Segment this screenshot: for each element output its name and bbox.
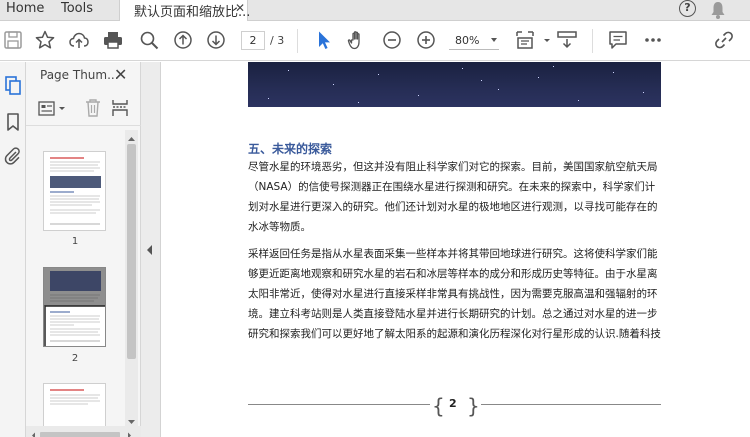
text-line: 水冰等物质。 [248,221,311,233]
toolbar: 2 / 3 80% [0,21,750,61]
bookmark-icon[interactable] [3,112,23,132]
select-cursor-icon[interactable] [313,29,335,51]
text-line: 划对水星进行更深入的研究。他们还计划对水星的极地地区进行观测，以寻找可能存在的 [248,201,658,213]
page-number-footer: 2 [449,397,457,410]
save-icon[interactable] [2,29,24,51]
text-line: 够更近距离地观察和研究水星的岩石和冰层等样本的成分和形成历史等特征。由于水星离 [248,268,658,280]
thumbnail-label: 2 [71,353,79,364]
starfield-image [248,62,661,107]
delete-page-icon[interactable] [84,98,102,122]
thumbnail-label: 1 [71,236,79,247]
footer-rule-right [481,404,661,405]
more-icon[interactable] [642,29,664,51]
scroll-mode-icon[interactable] [556,29,578,51]
upload-icon[interactable] [68,29,90,51]
page-thumbnail-1[interactable] [43,151,106,231]
thumbnails-panel: Page Thum... ✕ 1 2 [26,62,141,437]
thumbnail-list: 1 2 [26,130,124,430]
collapse-panel-icon[interactable] [147,245,152,255]
close-panel-icon[interactable]: ✕ [114,65,127,84]
paragraph-1: 尽管水星的环境恶劣，但这并没有阻止科学家们对它的探索。目前，美国国家航空航天局 … [248,157,663,237]
prev-page-icon[interactable] [172,29,194,51]
navigation-rail [0,62,26,437]
tab-bar: Home Tools 默认页面和缩放比... ✕ ? [0,0,750,23]
thumbnail-scrollbar[interactable] [125,130,138,428]
bookmark-star-icon[interactable] [34,29,56,51]
text-line: 研究和探索我们可以更好地了解太阳系的起源和演化历程深化对行星形成的认识.随着科技 [248,328,661,340]
horizontal-scrollbar[interactable] [26,426,141,437]
next-page-icon[interactable] [205,29,227,51]
document-page: 五、未来的探索 尽管水星的环境恶劣，但这并没有阻止科学家们对它的探索。目前，美国… [160,62,750,437]
zoom-select[interactable]: 80% [449,31,499,50]
text-line: 太阳非常近，使得对水星进行直接采样非常具有挑战性，因为需要克服高温和强辐射的环 [248,288,658,300]
section-heading: 五、未来的探索 [248,142,333,156]
footer-rule-left [248,404,430,405]
page-fit-dropdown-icon[interactable] [536,29,550,51]
notification-bell-icon[interactable] [710,1,726,23]
tab-home[interactable]: Home [6,1,44,16]
zoom-out-icon[interactable] [381,29,403,51]
print-icon[interactable] [102,29,124,51]
panel-toolbar [26,92,141,126]
text-line: 尽管水星的环境恶劣，但这并没有阻止科学家们对它的探索。目前，美国国家航空航天局 [248,161,658,173]
footer-brace-left: { [432,394,445,418]
help-icon[interactable]: ? [679,0,696,17]
page-thumbnail-3[interactable] [43,383,106,430]
text-line: 采样返回任务是指从水星表面采集一些样本并将其带回地球进行研究。这将使科学家们能 [248,248,658,260]
page-total-label: / 3 [270,34,285,47]
paragraph-2: 采样返回任务是指从水星表面采集一些样本并将其带回地球进行研究。这将使科学家们能 … [248,244,663,344]
text-line: （NASA）的信使号探测器正在围绕水星进行探测和研究。在未来的探索中，科学家们计 [248,181,656,193]
page-fit-icon[interactable] [514,29,536,51]
text-line: 境。建立科考站则是人类直接登陆水星并进行长期研究的计划。总之通过对水星的进一步 [248,308,658,320]
chevron-down-icon [491,38,497,42]
page-number-input[interactable]: 2 [241,31,265,50]
page-thumbnail-2[interactable] [43,267,106,347]
toolbar-divider [297,29,298,53]
hand-icon[interactable] [346,29,368,51]
panel-title: Page Thum... [40,68,119,82]
tab-tools[interactable]: Tools [61,1,93,16]
thumbnails-icon[interactable] [3,75,23,95]
thumbnail-options-icon[interactable] [38,100,68,122]
share-icon[interactable] [713,29,735,51]
insert-page-icon[interactable] [111,98,129,122]
comment-icon[interactable] [607,29,629,51]
footer-brace-right: } [467,394,480,418]
tab-document-title: 默认页面和缩放比... [134,5,251,20]
zoom-value: 80% [455,34,480,47]
tab-document[interactable]: 默认页面和缩放比... ✕ [119,0,251,22]
toolbar-divider [592,29,593,53]
close-tab-icon[interactable]: ✕ [235,1,245,15]
search-icon[interactable] [138,29,160,51]
attachment-icon[interactable] [3,146,23,166]
zoom-in-icon[interactable] [415,29,437,51]
scrollbar-thumb[interactable] [127,144,136,359]
